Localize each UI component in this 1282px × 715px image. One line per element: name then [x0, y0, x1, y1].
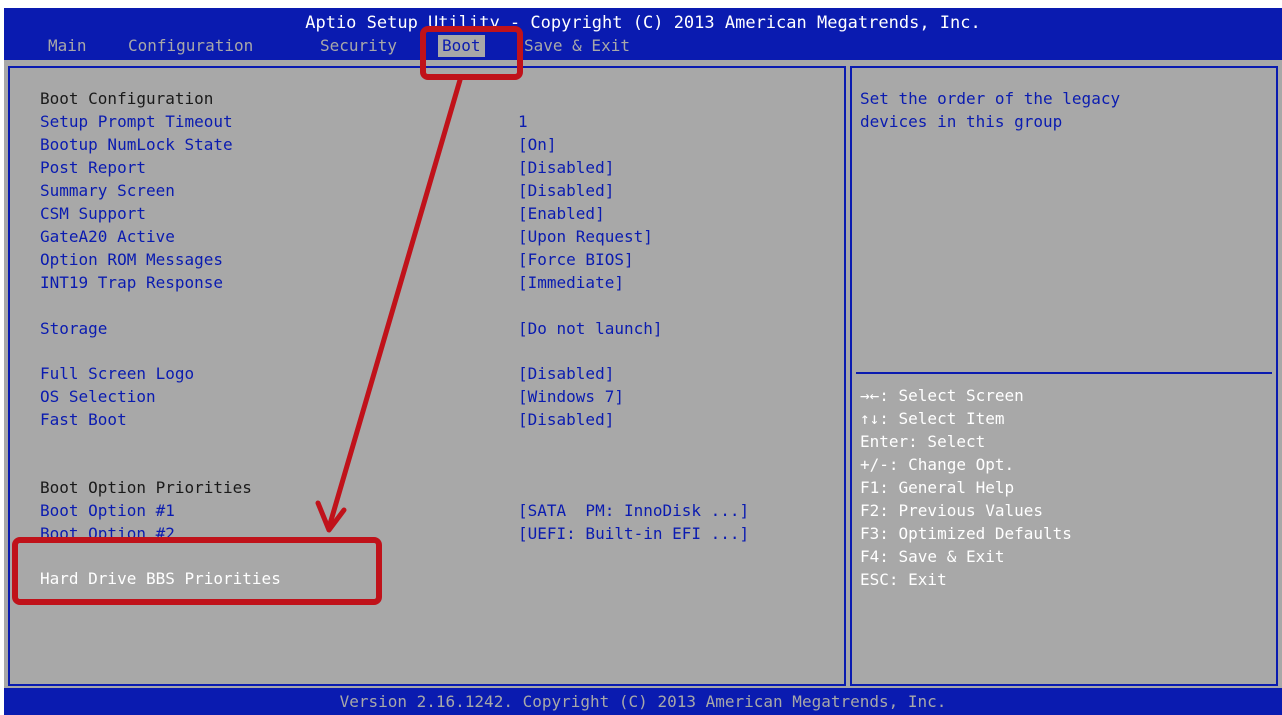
help-text-line-2: devices in this group	[860, 112, 1063, 131]
fast-boot-label[interactable]: Fast Boot	[40, 409, 127, 431]
boot-option-1-value[interactable]: [SATA PM: InnoDisk ...]	[518, 500, 749, 522]
footer-text: Version 2.16.1242. Copyright (C) 2013 Am…	[339, 692, 947, 711]
key-help-f1: F1: General Help	[860, 478, 1015, 497]
title-bar: Aptio Setup Utility - Copyright (C) 2013…	[4, 8, 1282, 60]
help-panel: Set the order of the legacy devices in t…	[850, 66, 1278, 686]
key-help-f2: F2: Previous Values	[860, 501, 1044, 520]
post-report-value[interactable]: [Disabled]	[518, 157, 614, 179]
help-divider	[856, 372, 1272, 374]
boot-configuration-heading: Boot Configuration	[40, 89, 214, 108]
csm-support-value[interactable]: [Enabled]	[518, 203, 605, 225]
key-help-esc: ESC: Exit	[860, 570, 947, 589]
tab-security[interactable]: Security	[316, 35, 401, 57]
gatea20-active-label[interactable]: GateA20 Active	[40, 226, 175, 248]
option-rom-messages-label[interactable]: Option ROM Messages	[40, 249, 223, 271]
int19-trap-response-label[interactable]: INT19 Trap Response	[40, 272, 223, 294]
boot-option-1-label[interactable]: Boot Option #1	[40, 500, 175, 522]
tab-configuration[interactable]: Configuration	[124, 35, 257, 57]
footer-bar: Version 2.16.1242. Copyright (C) 2013 Am…	[4, 688, 1282, 715]
key-help-f3: F3: Optimized Defaults	[860, 524, 1072, 543]
option-rom-messages-value[interactable]: [Force BIOS]	[518, 249, 634, 271]
gatea20-active-value[interactable]: [Upon Request]	[518, 226, 653, 248]
boot-option-2-label[interactable]: Boot Option #2	[40, 523, 175, 545]
settings-panel: Boot Configuration Setup Prompt Timeout …	[8, 66, 846, 686]
tab-save-exit[interactable]: Save & Exit	[520, 35, 634, 57]
summary-screen-label[interactable]: Summary Screen	[40, 180, 175, 202]
tab-main[interactable]: Main	[44, 35, 91, 57]
full-screen-logo-label[interactable]: Full Screen Logo	[40, 363, 194, 385]
hard-drive-bbs-priorities-item[interactable]: Hard Drive BBS Priorities	[40, 568, 281, 590]
int19-trap-response-value[interactable]: [Immediate]	[518, 272, 624, 294]
storage-label[interactable]: Storage	[40, 318, 107, 340]
fast-boot-value[interactable]: [Disabled]	[518, 409, 614, 431]
key-help-select-item: ↑↓: Select Item	[860, 409, 1005, 428]
tab-boot[interactable]: Boot	[438, 35, 485, 57]
key-help-f4: F4: Save & Exit	[860, 547, 1005, 566]
setup-prompt-timeout-label[interactable]: Setup Prompt Timeout	[40, 111, 233, 133]
os-selection-label[interactable]: OS Selection	[40, 386, 156, 408]
post-report-label[interactable]: Post Report	[40, 157, 146, 179]
boot-option-2-value[interactable]: [UEFI: Built-in EFI ...]	[518, 523, 749, 545]
setup-prompt-timeout-value[interactable]: 1	[518, 111, 528, 133]
title-text: Aptio Setup Utility - Copyright (C) 2013…	[305, 13, 981, 33]
boot-option-priorities-heading: Boot Option Priorities	[40, 478, 252, 497]
os-selection-value[interactable]: [Windows 7]	[518, 386, 624, 408]
bootup-numlock-state-value[interactable]: [On]	[518, 134, 557, 156]
csm-support-label[interactable]: CSM Support	[40, 203, 146, 225]
bootup-numlock-state-label[interactable]: Bootup NumLock State	[40, 134, 233, 156]
key-help-select-screen: →←: Select Screen	[860, 386, 1024, 405]
key-help-enter: Enter: Select	[860, 432, 986, 451]
full-screen-logo-value[interactable]: [Disabled]	[518, 363, 614, 385]
bios-screen: Aptio Setup Utility - Copyright (C) 2013…	[4, 8, 1282, 715]
key-help-change-opt: +/-: Change Opt.	[860, 455, 1015, 474]
summary-screen-value[interactable]: [Disabled]	[518, 180, 614, 202]
help-text-line-1: Set the order of the legacy	[860, 89, 1121, 108]
storage-value[interactable]: [Do not launch]	[518, 318, 663, 340]
